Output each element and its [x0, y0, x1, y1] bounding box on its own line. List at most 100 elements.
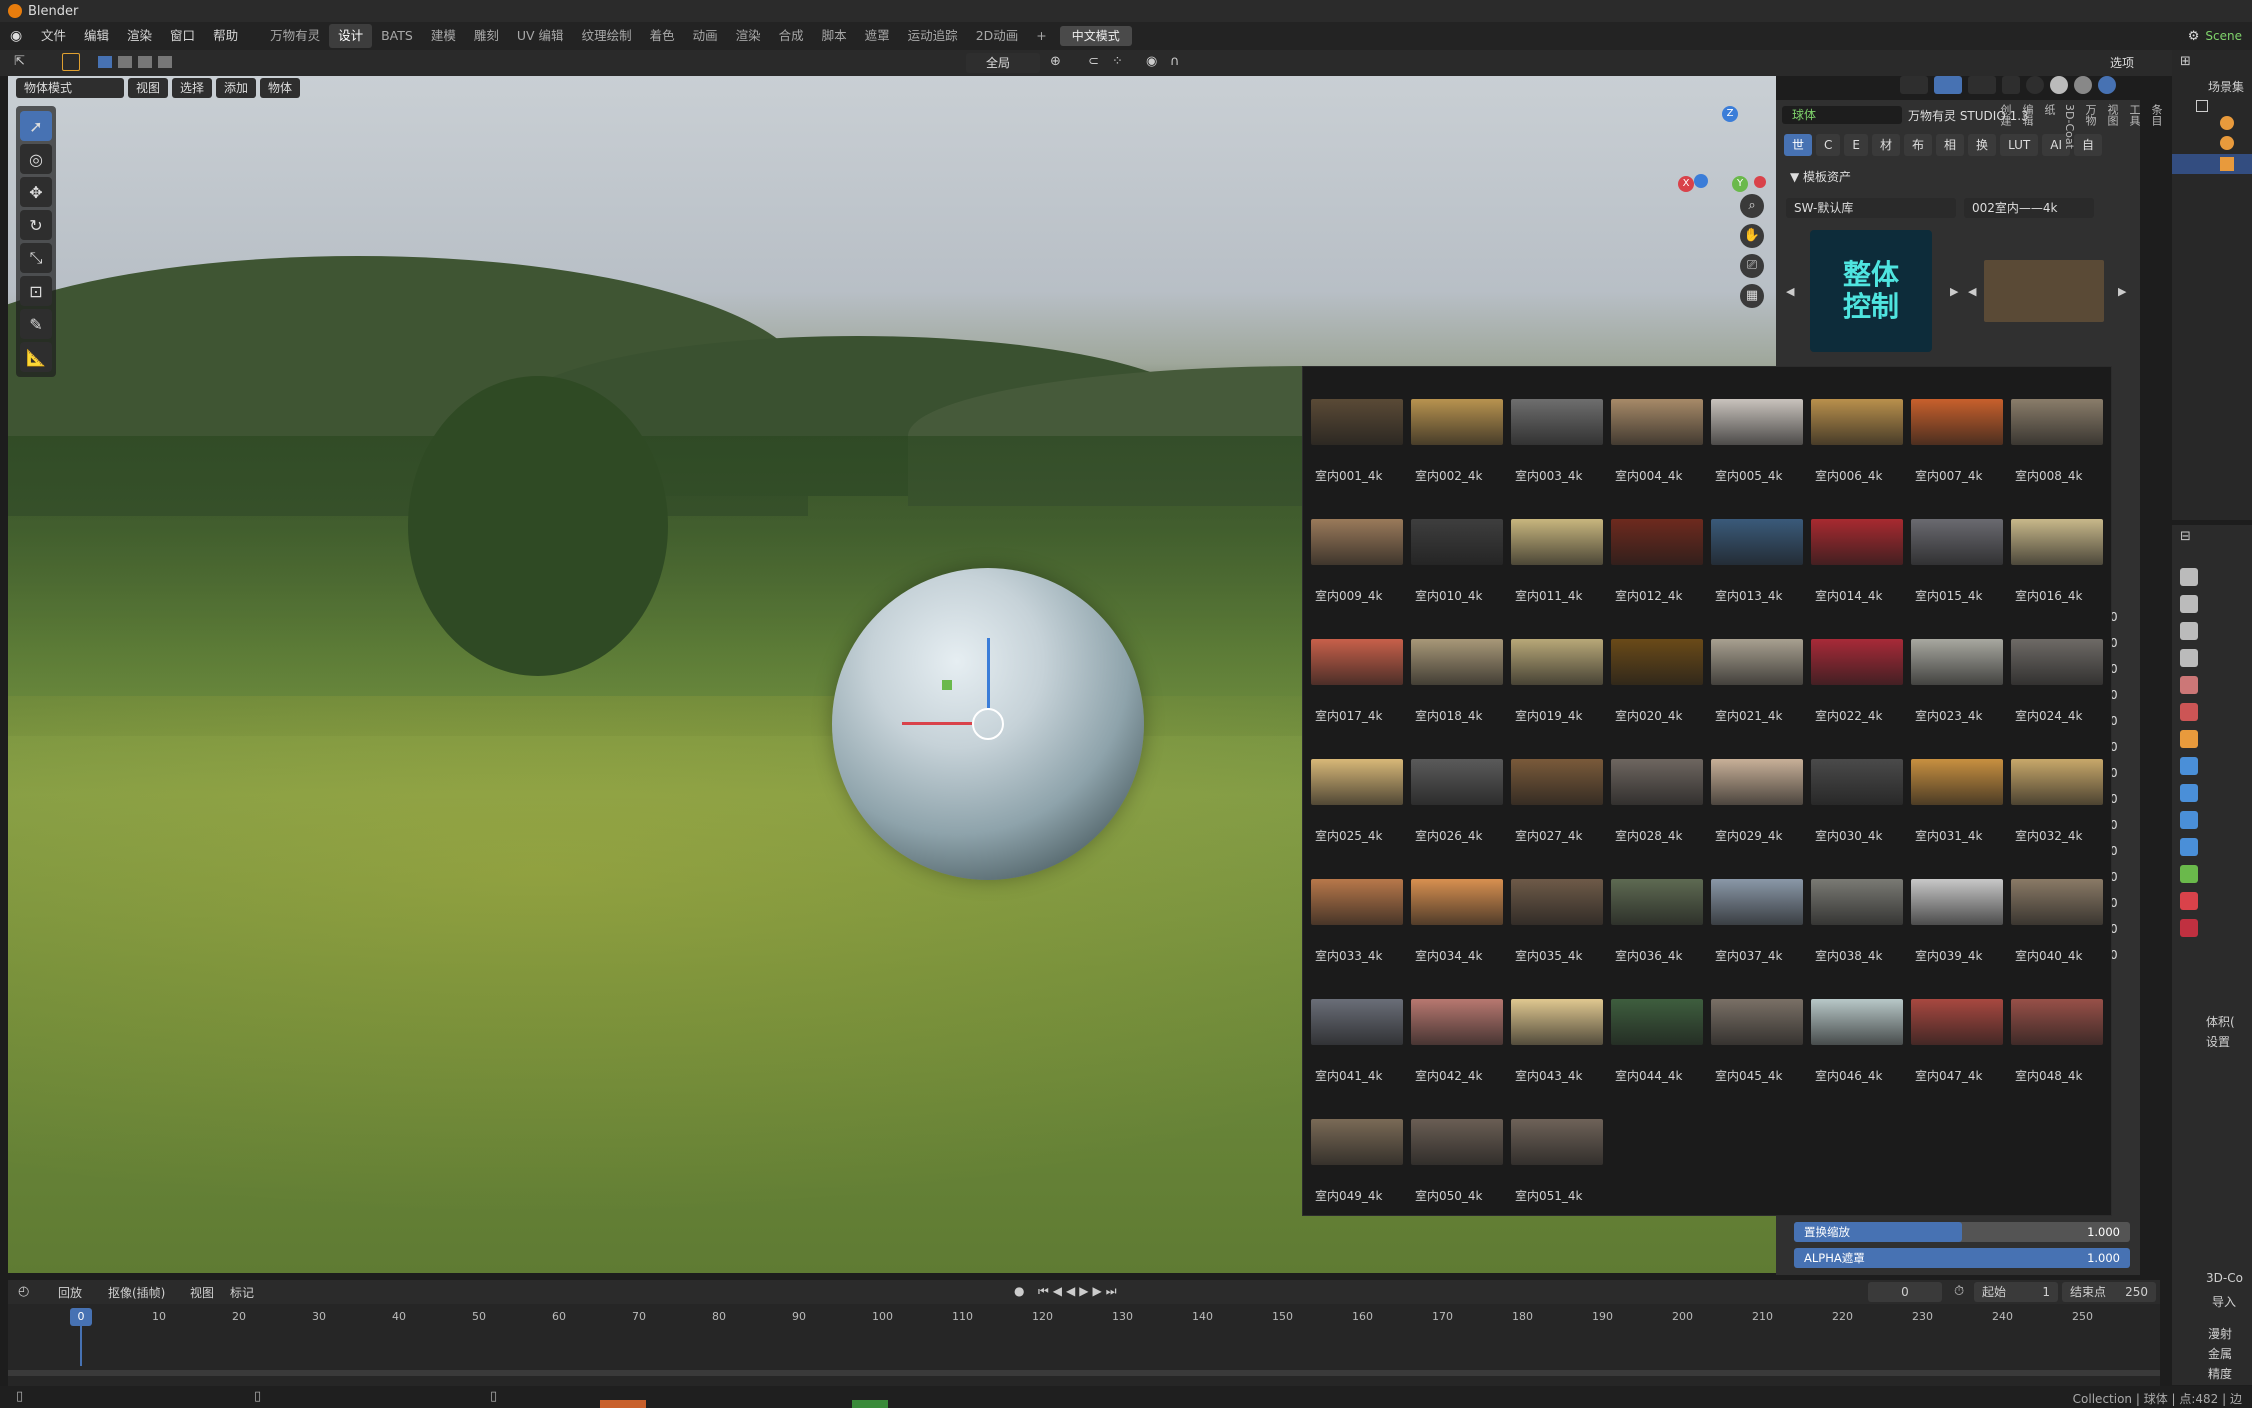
workspace-tab[interactable]: 建模	[422, 24, 465, 48]
hdri-thumbnail[interactable]	[1611, 399, 1703, 445]
menu-edit[interactable]: 编辑	[75, 22, 118, 50]
hdri-thumbnail[interactable]	[1911, 399, 2003, 445]
workspace-tab[interactable]: UV 编辑	[508, 24, 573, 48]
hdri-thumbnail[interactable]	[1911, 519, 2003, 565]
hdri-thumbnail[interactable]	[1811, 999, 1903, 1045]
select-subtract-icon[interactable]	[138, 56, 152, 68]
camera-object-icon[interactable]	[2220, 116, 2234, 130]
select-extend-icon[interactable]	[118, 56, 132, 68]
param-value[interactable]: 0	[2110, 636, 2132, 662]
hdri-thumbnail[interactable]	[1311, 999, 1403, 1045]
prop-label[interactable]: 设置	[2206, 1033, 2230, 1050]
current-frame-field[interactable]: 0	[1868, 1282, 1942, 1302]
hdri-thumbnail[interactable]	[1811, 399, 1903, 445]
hdri-thumbnail[interactable]	[2011, 879, 2103, 925]
next-arrow-icon[interactable]: ▶	[2118, 285, 2126, 298]
gizmo-z-arrow[interactable]	[987, 638, 990, 708]
material-shading-icon[interactable]	[2074, 76, 2092, 94]
view-menu[interactable]: 视图	[190, 1284, 214, 1301]
playhead[interactable]: 0	[70, 1308, 92, 1326]
tab-camera[interactable]: 相	[1936, 134, 1965, 156]
side-tab[interactable]: 纸	[2041, 104, 2057, 149]
transform-tool-icon[interactable]: ⊡	[20, 276, 52, 306]
tab-swap[interactable]: 换	[1968, 134, 1997, 156]
workspace-tab[interactable]: 2D动画	[967, 24, 1028, 48]
transform-orientation[interactable]: 全局	[966, 53, 1040, 73]
measure-tool-icon[interactable]: 📐	[20, 342, 52, 372]
navigation-gizmo[interactable]: Z X Y	[1678, 106, 1768, 196]
world-props-icon[interactable]	[2180, 703, 2198, 721]
hdri-thumbnail[interactable]	[2011, 399, 2103, 445]
hdri-thumbnail[interactable]	[1611, 519, 1703, 565]
hdri-thumbnail[interactable]	[1611, 999, 1703, 1045]
tab-material[interactable]: 材	[1872, 134, 1901, 156]
category-dropdown[interactable]: 002室内——4k	[1964, 198, 2094, 218]
hdri-thumbnail[interactable]	[1711, 519, 1803, 565]
hdri-thumbnail[interactable]	[1511, 399, 1603, 445]
scene-name[interactable]: Scene	[2205, 29, 2242, 43]
keying-menu[interactable]: 抠像(插帧)	[108, 1284, 165, 1301]
wireframe-shading-icon[interactable]	[2026, 76, 2044, 94]
timeline-scrollbar[interactable]	[8, 1370, 2160, 1376]
param-value[interactable]: 0	[2110, 896, 2132, 922]
workspace-tab[interactable]: 运动追踪	[899, 24, 967, 48]
hdri-thumbnail[interactable]	[1511, 879, 1603, 925]
selected-object-row[interactable]	[2172, 154, 2252, 174]
param-value[interactable]: 0	[2110, 740, 2132, 766]
select-invert-icon[interactable]	[158, 56, 172, 68]
overlay-icon[interactable]	[1968, 76, 1996, 94]
constraints-icon[interactable]	[2180, 838, 2198, 856]
hdri-thumbnail[interactable]	[1411, 879, 1503, 925]
zoom-icon[interactable]: ⌕	[1740, 194, 1764, 218]
proportional-icon[interactable]: ◉	[1146, 54, 1157, 69]
outliner-editor-icon[interactable]: ⊞	[2180, 54, 2191, 69]
workspace-tab[interactable]: 着色	[641, 24, 684, 48]
param-value[interactable]: 0	[2110, 922, 2132, 948]
param-value[interactable]: 0	[2110, 662, 2132, 688]
gizmo-neg-z[interactable]	[1694, 174, 1708, 188]
playback-menu[interactable]: 回放	[58, 1284, 82, 1301]
workspace-tab[interactable]: 动画	[684, 24, 727, 48]
solid-shading-icon[interactable]	[2050, 76, 2068, 94]
marker-menu[interactable]: 标记	[230, 1284, 254, 1301]
check-diffuse[interactable]: 漫射	[2208, 1325, 2232, 1342]
add-menu[interactable]: 添加	[216, 78, 257, 98]
param-value[interactable]: 0	[2110, 844, 2132, 870]
side-tab[interactable]: 条目	[2148, 104, 2164, 149]
select-menu[interactable]: 选择	[172, 78, 213, 98]
side-tab[interactable]: 万物	[2082, 104, 2098, 149]
rendered-shading-icon[interactable]	[2098, 76, 2116, 94]
side-tab[interactable]: 创建	[1997, 104, 2013, 149]
workspace-tab[interactable]: 渲染	[727, 24, 770, 48]
workspace-tab[interactable]: 脚本	[813, 24, 856, 48]
hdri-thumbnail[interactable]	[1411, 519, 1503, 565]
object-menu[interactable]: 物体	[260, 78, 301, 98]
hdri-thumbnail[interactable]	[1311, 1119, 1403, 1165]
hdri-thumbnail[interactable]	[1511, 759, 1603, 805]
hdri-thumbnail[interactable]	[1511, 1119, 1603, 1165]
workspace-tab[interactable]: 纹理绘制	[573, 24, 641, 48]
gizmo-neg-x[interactable]	[1754, 176, 1766, 188]
render-props-icon[interactable]	[2180, 595, 2198, 613]
gizmo-y-plane[interactable]	[942, 680, 952, 690]
prop-label[interactable]: 3D-Co	[2206, 1271, 2243, 1285]
clock-icon[interactable]: ⏱	[1954, 1284, 1964, 1299]
hdri-thumbnail[interactable]	[1311, 639, 1403, 685]
hdri-thumbnail[interactable]	[1411, 399, 1503, 445]
side-tab[interactable]: 工具	[2126, 104, 2142, 149]
hdri-thumbnail[interactable]	[1511, 519, 1603, 565]
hdri-thumbnail[interactable]	[1911, 759, 2003, 805]
tab-c[interactable]: C	[1816, 134, 1841, 156]
light-object-icon[interactable]	[2220, 136, 2234, 150]
mode-dropdown[interactable]: 物体模式	[16, 78, 124, 98]
hdri-thumbnail[interactable]	[1511, 999, 1603, 1045]
hdri-thumbnail[interactable]	[1711, 399, 1803, 445]
gizmo-x-arrow[interactable]	[902, 722, 972, 725]
hdri-thumbnail[interactable]	[1611, 759, 1703, 805]
hdri-thumbnail[interactable]	[1711, 759, 1803, 805]
param-value[interactable]: 0	[2110, 870, 2132, 896]
template-assets-header[interactable]: ▼ 模板资产	[1790, 168, 1851, 185]
gizmo-toggle-icon[interactable]	[1934, 76, 1962, 94]
workspace-tab[interactable]: BATS	[372, 24, 422, 48]
timeline-editor-icon[interactable]: ◴	[18, 1284, 29, 1299]
